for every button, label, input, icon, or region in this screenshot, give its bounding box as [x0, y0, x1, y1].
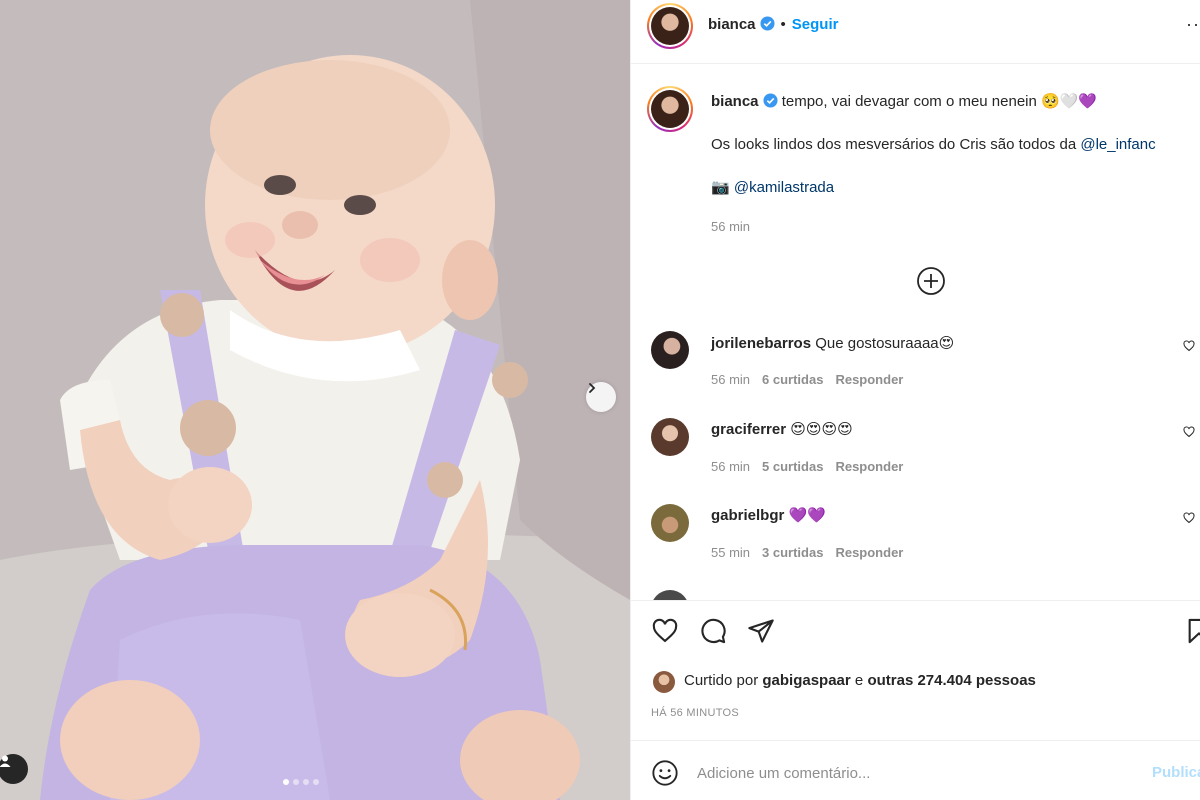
add-circle-icon[interactable] — [916, 266, 946, 296]
comment-like-heart-icon[interactable] — [1183, 340, 1195, 352]
comment-icon[interactable] — [699, 617, 727, 645]
next-image-button[interactable] — [586, 382, 616, 412]
verified-badge-icon — [763, 93, 778, 108]
comment-avatar[interactable] — [651, 590, 689, 600]
comment-time[interactable]: 56 min — [711, 459, 750, 474]
comment-text: Que gostosuraaaa — [815, 335, 939, 352]
comment-likes[interactable]: 6 curtidas — [762, 372, 823, 387]
avatar-story-ring[interactable] — [647, 3, 693, 49]
add-comment-bar: Publicar — [631, 740, 1200, 800]
comment-2: graciferrer 😍😍😍😍 — [711, 420, 853, 438]
comment-avatar[interactable] — [651, 418, 689, 456]
comment-username[interactable]: graciferrer — [711, 421, 786, 438]
comment-username[interactable]: gabrielbgr — [711, 507, 784, 524]
separator-dot: • — [780, 16, 786, 33]
reply-button[interactable]: Responder — [835, 545, 903, 560]
liked-by-prefix: Curtido por — [684, 672, 759, 689]
caption-time[interactable]: 56 min — [711, 219, 750, 234]
chevron-right-icon — [589, 383, 596, 393]
user-tag-icon — [0, 755, 11, 767]
post-timestamp[interactable]: HÁ 56 MINUTOS — [651, 707, 739, 719]
more-options-button[interactable]: ··· — [1186, 14, 1200, 35]
caption-mention-photographer[interactable]: @kamilastrada — [734, 179, 834, 196]
comment-avatar[interactable] — [651, 504, 689, 542]
post-side-panel: bianca • Seguir ··· bianca tempo, vai deva… — [630, 0, 1200, 800]
comment-emoji: 💜💜 — [788, 506, 826, 524]
baby-photo-illustration — [0, 0, 630, 800]
caption-username[interactable]: bianca — [711, 93, 759, 110]
carousel-dot — [293, 779, 299, 785]
comment-likes[interactable]: 5 curtidas — [762, 459, 823, 474]
comment-1: jorilenebarros Que gostosuraaaa😍 — [711, 334, 954, 352]
comment-like-heart-icon[interactable] — [1183, 512, 1195, 524]
follow-button[interactable]: Seguir — [792, 16, 839, 33]
comment-meta: 56 min 5 curtidas Responder — [711, 459, 915, 474]
bookmark-icon[interactable] — [1185, 617, 1200, 645]
caption-mention-brand[interactable]: @le_infanc — [1080, 136, 1155, 153]
comment-time[interactable]: 56 min — [711, 372, 750, 387]
comment-time[interactable]: 55 min — [711, 545, 750, 560]
caption-line2-text: Os looks lindos dos mesversários do Cris… — [711, 136, 1077, 153]
share-icon[interactable] — [747, 617, 775, 645]
likes-summary: Curtido por gabigaspaar e outras 274.404… — [684, 672, 1036, 689]
caption-line-3: 📷 @kamilastrada — [711, 178, 834, 196]
caption-line-2: Os looks lindos dos mesversários do Cris… — [711, 136, 1156, 153]
carousel-dot — [313, 779, 319, 785]
publish-button[interactable]: Publicar — [1152, 764, 1200, 781]
post-actions: Curtido por gabigaspaar e outras 274.404… — [631, 600, 1200, 740]
caption-line-1: bianca tempo, vai devagar com o meu nene… — [711, 92, 1097, 110]
avatar — [651, 7, 689, 45]
author-username[interactable]: bianca — [708, 16, 756, 33]
likes-count-link[interactable]: outras 274.404 pessoas — [867, 672, 1035, 689]
comment-meta: 56 min 6 curtidas Responder — [711, 372, 915, 387]
comment-like-heart-icon[interactable] — [1183, 426, 1195, 438]
heart-icon[interactable] — [651, 617, 679, 645]
comment-emoji: 😍 — [938, 334, 955, 352]
comments-list[interactable]: bianca tempo, vai devagar com o meu nene… — [631, 64, 1200, 600]
avatar — [651, 90, 689, 128]
reply-button[interactable]: Responder — [835, 372, 903, 387]
liker-username[interactable]: gabigaspaar — [762, 672, 850, 689]
carousel-dot — [303, 779, 309, 785]
comment-meta: 55 min 3 curtidas Responder — [711, 545, 915, 560]
verified-badge-icon — [760, 16, 775, 31]
emoji-icon[interactable] — [651, 759, 679, 787]
post-header: bianca • Seguir ··· — [631, 0, 1200, 64]
liker-avatar[interactable] — [653, 671, 675, 693]
carousel-dot-active — [283, 779, 289, 785]
reply-button[interactable]: Responder — [835, 459, 903, 474]
comment-username[interactable]: jorilenebarros — [711, 335, 811, 352]
caption-text: tempo, vai devagar com o meu nenein — [781, 93, 1037, 110]
caption-avatar-ring[interactable] — [647, 86, 693, 132]
caption-emojis: 🥺🤍💜 — [1041, 92, 1098, 110]
camera-icon: 📷 — [711, 178, 730, 196]
comment-emoji: 😍😍😍😍 — [790, 420, 853, 438]
comment-likes[interactable]: 3 curtidas — [762, 545, 823, 560]
carousel-dots — [283, 779, 319, 785]
post-photo[interactable] — [0, 0, 630, 800]
comment-input[interactable] — [697, 761, 1137, 785]
comment-avatar[interactable] — [651, 331, 689, 369]
comment-3: gabrielbgr 💜💜 — [711, 506, 826, 524]
header-author: bianca • Seguir — [708, 16, 838, 33]
liked-by-conj: e — [854, 672, 864, 689]
